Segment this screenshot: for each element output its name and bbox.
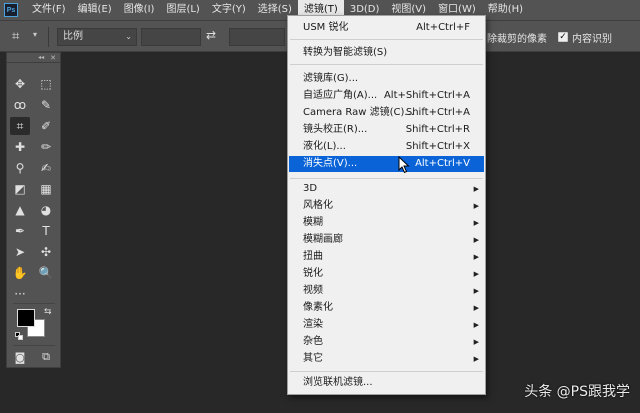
- divider: [13, 345, 55, 346]
- divider: [290, 39, 483, 40]
- brush-tool-icon[interactable]: ✏: [36, 138, 56, 156]
- eyedropper-tool-icon[interactable]: ✐: [36, 117, 56, 135]
- close-icon[interactable]: ✕: [50, 54, 56, 62]
- default-colors-icon[interactable]: [15, 332, 23, 340]
- submenu-arrow-icon: ▶: [473, 304, 479, 312]
- ratio-select[interactable]: 比例 ⌄: [57, 28, 137, 46]
- blur-tool-icon[interactable]: ▲: [10, 201, 30, 219]
- submenu-arrow-icon: ▶: [473, 287, 479, 295]
- menu-help[interactable]: 帮助(H): [482, 0, 529, 20]
- menu-type[interactable]: 文字(Y): [206, 0, 252, 20]
- mouse-cursor-icon: [398, 156, 410, 174]
- menu-edit[interactable]: 编辑(E): [72, 0, 118, 20]
- menu-item-noise[interactable]: 杂色 ▶: [289, 334, 484, 350]
- delete-cropped-pixels-label[interactable]: 除裁剪的像素: [487, 30, 547, 45]
- menu-item-convert-smart-filter[interactable]: 转换为智能滤镜(S): [289, 45, 484, 61]
- menu-item-adaptive-wide-angle[interactable]: 自适应广角(A)... Alt+Shift+Ctrl+A: [289, 88, 484, 104]
- ratio-select-value: 比例: [63, 31, 83, 42]
- height-input[interactable]: [229, 28, 285, 46]
- tools-panel: ◂◂ ✕ ✥ ⬚ ꝏ ✎ ⌗ ✐ ✚ ✏ ⚲ ✍ ◩ ▦ ▲ ◕ ✒ T ➤ ✣…: [6, 52, 61, 368]
- submenu-arrow-icon: ▶: [473, 270, 479, 278]
- healing-brush-tool-icon[interactable]: ✚: [10, 138, 30, 156]
- photoshop-logo: Ps: [4, 3, 18, 17]
- swap-dimensions-icon[interactable]: ⇄: [206, 28, 216, 42]
- filter-menu: USM 锐化 Alt+Ctrl+F 转换为智能滤镜(S) 滤镜库(G)... 自适…: [287, 15, 486, 395]
- menu-item-distort[interactable]: 扭曲 ▶: [289, 249, 484, 265]
- menu-item-stylize[interactable]: 风格化 ▶: [289, 198, 484, 214]
- divider: [13, 303, 55, 304]
- menu-item-browse-filters-online[interactable]: 浏览联机滤镜...: [289, 375, 484, 391]
- menu-item-sharpen[interactable]: 锐化 ▶: [289, 266, 484, 282]
- swap-colors-icon[interactable]: ⇆: [44, 307, 52, 317]
- content-aware-label[interactable]: 内容识别: [572, 30, 612, 45]
- menu-item-3d[interactable]: 3D ▶: [289, 181, 484, 197]
- move-tool-icon[interactable]: ✥: [10, 75, 30, 93]
- clone-stamp-tool-icon[interactable]: ⚲: [10, 159, 30, 177]
- submenu-arrow-icon: ▶: [473, 236, 479, 244]
- submenu-arrow-icon: ▶: [473, 202, 479, 210]
- crop-tool-preset-icon[interactable]: ⌗: [12, 29, 28, 45]
- collapse-icon[interactable]: ◂◂: [38, 54, 44, 61]
- divider: [290, 371, 483, 372]
- menu-item-vanishing-point[interactable]: 消失点(V)... Alt+Ctrl+V: [289, 156, 484, 172]
- menu-layer[interactable]: 图层(L): [160, 0, 205, 20]
- chevron-down-icon[interactable]: ▾: [33, 30, 37, 39]
- shape-tool-icon[interactable]: ✣: [36, 243, 56, 261]
- dodge-tool-icon[interactable]: ◕: [36, 201, 56, 219]
- menu-item-video[interactable]: 视频 ▶: [289, 283, 484, 299]
- pen-tool-icon[interactable]: ✒: [10, 222, 30, 240]
- menu-item-blur[interactable]: 模糊 ▶: [289, 215, 484, 231]
- watermark: 头条 @PS跟我学: [524, 384, 630, 400]
- menu-image[interactable]: 图像(I): [118, 0, 161, 20]
- marquee-tool-icon[interactable]: ⬚: [36, 75, 56, 93]
- history-brush-tool-icon[interactable]: ✍: [36, 159, 56, 177]
- menu-item-other[interactable]: 其它 ▶: [289, 351, 484, 367]
- type-tool-icon[interactable]: T: [36, 222, 56, 240]
- screen-mode-icon[interactable]: ⧉: [36, 348, 56, 366]
- divider: [290, 64, 483, 65]
- submenu-arrow-icon: ▶: [473, 338, 479, 346]
- crop-tool-icon[interactable]: ⌗: [10, 117, 30, 135]
- chevron-down-icon: ⌄: [125, 32, 132, 41]
- zoom-tool-icon[interactable]: 🔍: [36, 264, 56, 282]
- gradient-tool-icon[interactable]: ▦: [36, 180, 56, 198]
- menu-item-usm-sharpen[interactable]: USM 锐化 Alt+Ctrl+F: [289, 20, 484, 36]
- menu-item-lens-correction[interactable]: 镜头校正(R)... Shift+Ctrl+R: [289, 122, 484, 138]
- menu-item-filter-gallery[interactable]: 滤镜库(G)...: [289, 71, 484, 87]
- path-select-tool-icon[interactable]: ➤: [10, 243, 30, 261]
- lasso-tool-icon[interactable]: ꝏ: [10, 96, 30, 114]
- foreground-color-swatch[interactable]: [17, 309, 35, 327]
- menu-item-camera-raw[interactable]: Camera Raw 滤镜(C)... Shift+Ctrl+A: [289, 105, 484, 121]
- menu-item-pixelate[interactable]: 像素化 ▶: [289, 300, 484, 316]
- content-aware-checkbox[interactable]: ✓: [558, 32, 568, 42]
- submenu-arrow-icon: ▶: [473, 185, 479, 193]
- width-input[interactable]: [141, 28, 201, 46]
- divider: [290, 178, 483, 179]
- quick-mask-icon[interactable]: ◙: [10, 348, 30, 366]
- divider: [48, 27, 49, 47]
- tools-panel-header: ◂◂ ✕: [7, 53, 60, 63]
- menu-item-render[interactable]: 渲染 ▶: [289, 317, 484, 333]
- submenu-arrow-icon: ▶: [473, 253, 479, 261]
- hand-tool-icon[interactable]: ✋: [10, 264, 30, 282]
- menu-item-blur-gallery[interactable]: 模糊画廊 ▶: [289, 232, 484, 248]
- more-tools-icon[interactable]: ···: [10, 285, 30, 303]
- menu-item-liquify[interactable]: 液化(L)... Shift+Ctrl+X: [289, 139, 484, 155]
- submenu-arrow-icon: ▶: [473, 355, 479, 363]
- eraser-tool-icon[interactable]: ◩: [10, 180, 30, 198]
- menu-file[interactable]: 文件(F): [26, 0, 72, 20]
- submenu-arrow-icon: ▶: [473, 321, 479, 329]
- quick-select-tool-icon[interactable]: ✎: [36, 96, 56, 114]
- submenu-arrow-icon: ▶: [473, 219, 479, 227]
